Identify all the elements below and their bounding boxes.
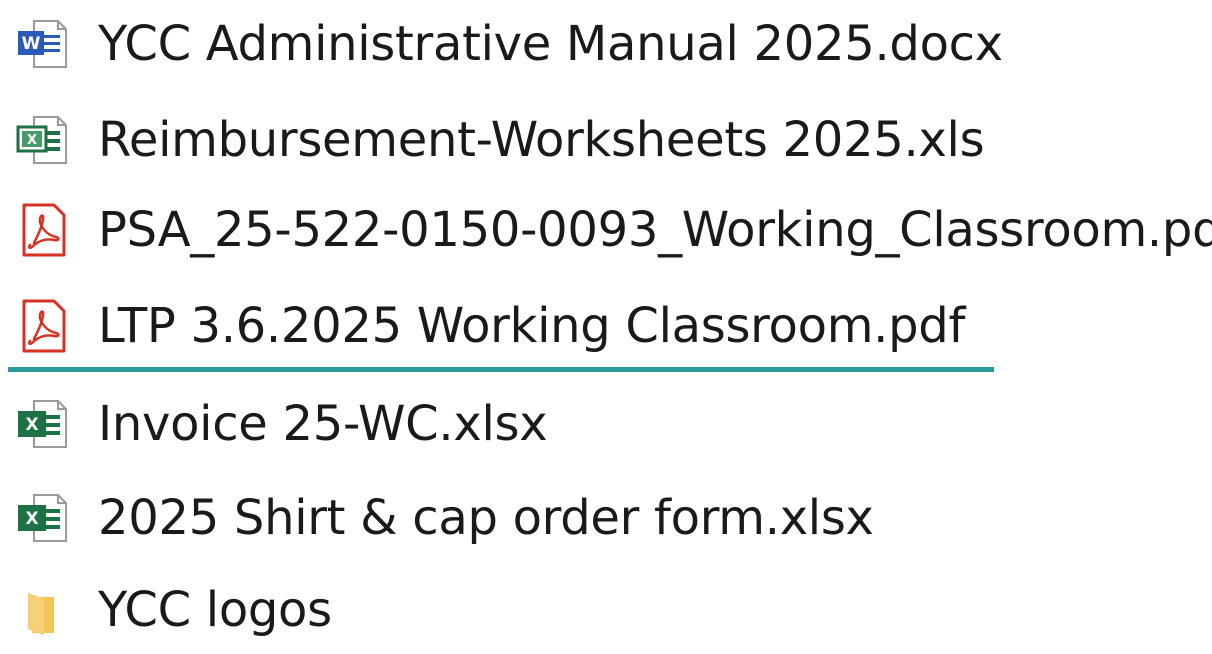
- file-name: LTP 3.6.2025 Working Classroom.pdf: [98, 298, 966, 354]
- file-item-shirt-order[interactable]: X 2025 Shirt & cap order form.xlsx: [0, 474, 1212, 562]
- file-name: Invoice 25-WC.xlsx: [98, 396, 548, 452]
- file-name: YCC logos: [98, 582, 332, 638]
- file-item-invoice[interactable]: X Invoice 25-WC.xlsx: [0, 380, 1212, 468]
- svg-text:X: X: [25, 509, 38, 529]
- file-item-reimbursement[interactable]: X Reimbursement-Worksheets 2025.xls: [0, 96, 1212, 184]
- svg-text:X: X: [25, 415, 38, 435]
- drop-insertion-line: [8, 367, 994, 372]
- word-document-icon: W: [18, 20, 67, 68]
- file-item-psa-pdf[interactable]: PSA_25-522-0150-0093_Working_Classroom.p…: [0, 186, 1212, 274]
- svg-text:W: W: [22, 34, 41, 54]
- svg-text:X: X: [27, 133, 37, 148]
- file-list: W YCC Administrative Manual 2025.docx X …: [0, 0, 1212, 638]
- excel-icon: X: [18, 400, 67, 448]
- folder-icon: [28, 593, 54, 635]
- file-item-ltp-pdf[interactable]: LTP 3.6.2025 Working Classroom.pdf: [0, 282, 1212, 370]
- file-item-admin-manual[interactable]: W YCC Administrative Manual 2025.docx: [0, 0, 1212, 88]
- excel-legacy-icon: X: [16, 116, 67, 164]
- pdf-icon: [22, 203, 66, 257]
- file-name: PSA_25-522-0150-0093_Working_Classroom.p…: [98, 202, 1212, 258]
- file-name: Reimbursement-Worksheets 2025.xls: [98, 112, 985, 168]
- excel-icon: X: [18, 494, 67, 542]
- file-item-ycc-logos[interactable]: YCC logos: [0, 566, 1212, 654]
- pdf-icon: [22, 299, 66, 353]
- file-name: YCC Administrative Manual 2025.docx: [98, 16, 1003, 72]
- file-name: 2025 Shirt & cap order form.xlsx: [98, 490, 874, 546]
